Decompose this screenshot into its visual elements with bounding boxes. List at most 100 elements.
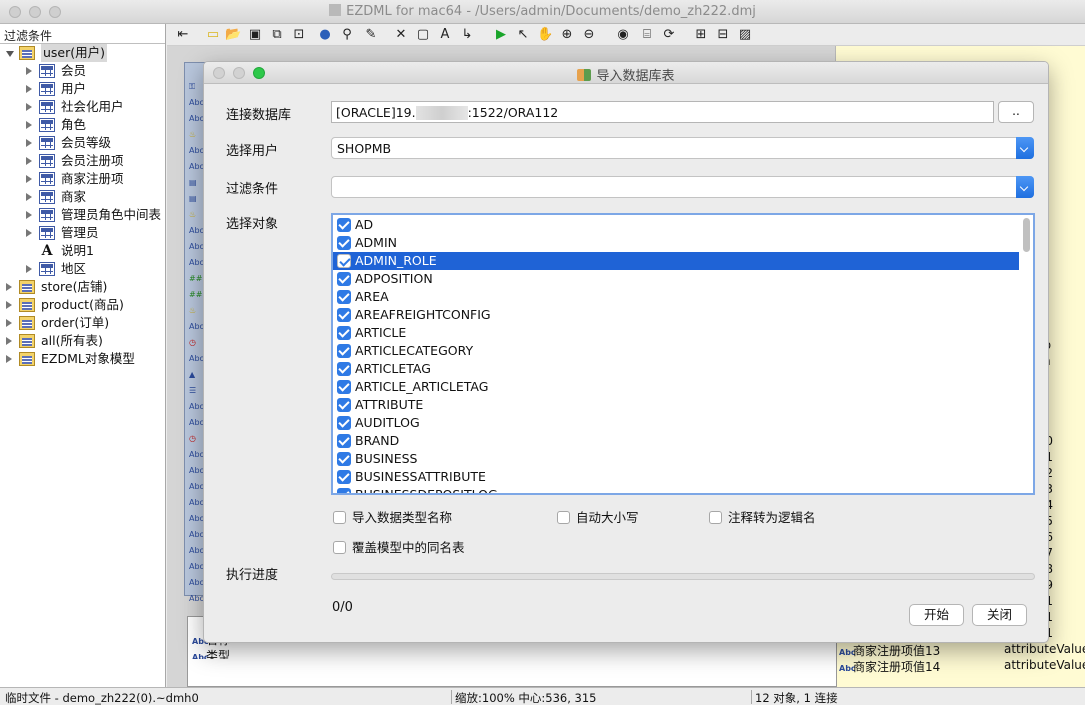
object-list-item[interactable]: ARTICLETAG — [333, 360, 1019, 378]
checkbox-checked-icon[interactable] — [337, 272, 351, 286]
expand-arrow-icon[interactable] — [26, 265, 32, 273]
checkbox-checked-icon[interactable] — [337, 398, 351, 412]
checkbox-checked-icon[interactable] — [337, 488, 351, 493]
object-list-item[interactable]: BUSINESS — [333, 450, 1019, 468]
add-field-icon[interactable]: ⊞ — [693, 27, 709, 43]
checkbox-checked-icon[interactable] — [337, 416, 351, 430]
checkbox-checked-icon[interactable] — [337, 362, 351, 376]
object-list-item[interactable]: ARTICLE_ARTICLETAG — [333, 378, 1019, 396]
hand-icon[interactable]: ✋ — [537, 27, 553, 43]
expand-arrow-icon[interactable] — [26, 67, 32, 75]
collapse-arrow-icon[interactable] — [6, 51, 14, 61]
import-type-names-checkbox[interactable]: 导入数据类型名称 — [333, 507, 452, 526]
expand-arrow-icon[interactable] — [6, 355, 12, 363]
properties-icon[interactable]: ⊟ — [715, 27, 731, 43]
tree-item[interactable]: 地区 — [0, 260, 165, 278]
new-icon[interactable]: ▭ — [205, 27, 221, 43]
comment-to-logical-checkbox[interactable]: 注释转为逻辑名 — [709, 507, 816, 526]
object-list-item[interactable]: ADMIN_ROLE — [333, 252, 1019, 270]
expand-arrow-icon[interactable] — [26, 229, 32, 237]
exit-icon[interactable]: ⇤ — [175, 27, 191, 43]
object-list-item[interactable]: BUSINESSATTRIBUTE — [333, 468, 1019, 486]
save-icon[interactable]: ▣ — [247, 27, 263, 43]
tree-item[interactable]: 会员注册项 — [0, 152, 165, 170]
checkbox-checked-icon[interactable] — [337, 290, 351, 304]
tree-item[interactable]: A 说明1 — [0, 242, 165, 260]
text-icon[interactable]: A — [437, 27, 453, 43]
tree-folder[interactable]: store(店铺) — [0, 278, 165, 296]
object-list-item[interactable]: ADPOSITION — [333, 270, 1019, 288]
checkbox-checked-icon[interactable] — [337, 470, 351, 484]
edit-icon[interactable]: ✎ — [363, 27, 379, 43]
object-list-item[interactable]: AUDITLOG — [333, 414, 1019, 432]
expand-arrow-icon[interactable] — [26, 139, 32, 147]
checkbox-box[interactable] — [333, 511, 346, 524]
object-list-item[interactable]: BUSINESSDEPOSITLOG — [333, 486, 1019, 493]
chevron-down-icon[interactable] — [1016, 176, 1034, 198]
tree-filter-input[interactable]: 过滤条件 — [0, 24, 165, 44]
find-icon[interactable]: ⚲ — [339, 27, 355, 43]
connect-db-field[interactable]: [ORACLE]19.:1522/ORA112 — [331, 101, 994, 123]
eye-icon[interactable]: ◉ — [615, 27, 631, 43]
checkbox-checked-icon[interactable] — [337, 344, 351, 358]
copy-icon[interactable]: ⧉ — [269, 27, 285, 43]
checkbox-checked-icon[interactable] — [337, 326, 351, 340]
auto-case-checkbox[interactable]: 自动大小写 — [557, 507, 639, 526]
close-button[interactable]: 关闭 — [972, 604, 1027, 626]
object-list-item[interactable]: AREA — [333, 288, 1019, 306]
tree-folder[interactable]: EZDML对象模型 — [0, 350, 165, 368]
checkbox-checked-icon[interactable] — [337, 254, 351, 268]
browse-connection-button[interactable]: .. — [998, 101, 1034, 123]
tree-item[interactable]: 商家 — [0, 188, 165, 206]
object-list-item[interactable]: ADMIN — [333, 234, 1019, 252]
open-icon[interactable]: 📂 — [225, 27, 241, 43]
sql-icon[interactable]: ⌸ — [639, 27, 655, 43]
object-list-item[interactable]: ARTICLECATEGORY — [333, 342, 1019, 360]
tree-item[interactable]: 会员等级 — [0, 134, 165, 152]
pointer-icon[interactable]: ↖ — [515, 27, 531, 43]
image-icon[interactable]: ▨ — [737, 27, 753, 43]
cut-icon[interactable]: ✕ — [393, 27, 409, 43]
expand-arrow-icon[interactable] — [6, 319, 12, 327]
object-list-scrollbar[interactable] — [1023, 218, 1030, 252]
layout-icon[interactable]: ⊡ — [291, 27, 307, 43]
tree-folder[interactable]: user(用户) — [0, 44, 165, 62]
expand-arrow-icon[interactable] — [26, 175, 32, 183]
expand-arrow-icon[interactable] — [6, 283, 12, 291]
object-list-item[interactable]: ARTICLE — [333, 324, 1019, 342]
tree-item[interactable]: 用户 — [0, 80, 165, 98]
expand-arrow-icon[interactable] — [6, 301, 12, 309]
expand-arrow-icon[interactable] — [26, 103, 32, 111]
expand-arrow-icon[interactable] — [26, 157, 32, 165]
tree-folder[interactable]: all(所有表) — [0, 332, 165, 350]
checkbox-box[interactable] — [557, 511, 570, 524]
link-icon[interactable]: ↳ — [459, 27, 475, 43]
tree-item[interactable]: 会员 — [0, 62, 165, 80]
run-icon[interactable]: ▶ — [493, 27, 509, 43]
select-user-combo[interactable]: SHOPMB — [331, 137, 1034, 159]
start-button[interactable]: 开始 — [909, 604, 964, 626]
checkbox-checked-icon[interactable] — [337, 308, 351, 322]
checkbox-box[interactable] — [333, 541, 346, 554]
checkbox-box[interactable] — [709, 511, 722, 524]
expand-arrow-icon[interactable] — [26, 121, 32, 129]
object-list-item[interactable]: AREAFREIGHTCONFIG — [333, 306, 1019, 324]
tree-item[interactable]: 角色 — [0, 116, 165, 134]
checkbox-checked-icon[interactable] — [337, 434, 351, 448]
object-list-item[interactable]: BRAND — [333, 432, 1019, 450]
object-list-item[interactable]: AD — [333, 216, 1019, 234]
checkbox-checked-icon[interactable] — [337, 236, 351, 250]
zoom-out-icon[interactable]: ⊖ — [581, 27, 597, 43]
tree-item[interactable]: 社会化用户 — [0, 98, 165, 116]
overwrite-same-name-checkbox[interactable]: 覆盖模型中的同名表 — [333, 537, 465, 556]
checkbox-checked-icon[interactable] — [337, 452, 351, 466]
refresh-icon[interactable]: ⟳ — [661, 27, 677, 43]
table-icon[interactable]: ▢ — [415, 27, 431, 43]
tree-item[interactable]: 管理员角色中间表 — [0, 206, 165, 224]
expand-arrow-icon[interactable] — [6, 337, 12, 345]
object-list[interactable]: AD ADMIN ADMIN_ROLE ADPOSITION AREA AREAFREIG… — [331, 213, 1035, 495]
chevron-down-icon[interactable] — [1016, 137, 1034, 159]
checkbox-checked-icon[interactable] — [337, 380, 351, 394]
globe-icon[interactable]: ● — [317, 27, 333, 43]
tree-folder[interactable]: product(商品) — [0, 296, 165, 314]
